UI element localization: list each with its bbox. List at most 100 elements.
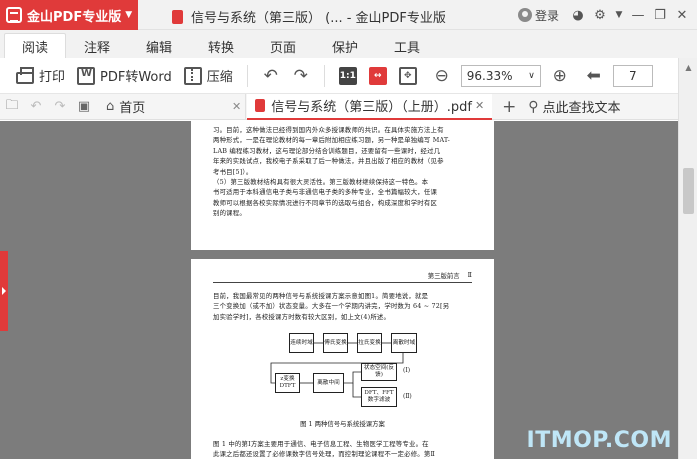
word-icon <box>77 66 96 85</box>
tab-document-label: 信号与系统（第三版）（上册）.pdf <box>271 100 472 115</box>
print-button[interactable]: 打印 <box>10 61 71 91</box>
text-line: 此课之后都还设置了必修课数字信号处理，而控制理论课程不一定必修。第Ⅱ <box>213 450 436 459</box>
text-line: 书可适用于本科通信电子类与非通信电子类的多种专业，全书篇幅较大，任课 <box>213 188 438 197</box>
tab-home-label: 首页 <box>119 101 146 116</box>
menu-tools[interactable]: 工具 <box>376 34 438 58</box>
scroll-up-icon[interactable]: ▲ <box>679 58 697 76</box>
diagram-block: DFT、FFT数字滤波 <box>361 387 397 407</box>
page-header-number: Ⅱ <box>467 271 472 279</box>
text-line: （5）第三版教材结构具有很大灵活性。第三版教材继续保持这一特色。本 <box>213 178 429 187</box>
menu-protect[interactable]: 保护 <box>314 34 376 58</box>
settings-icon[interactable]: ⚙ <box>589 0 611 30</box>
login-button[interactable]: 登录 <box>517 7 559 24</box>
find-text-button[interactable]: ⚲ 点此查找文本 <box>528 97 621 117</box>
zoom-select[interactable]: 96.33% ∨ <box>460 64 541 87</box>
undo-icon[interactable]: ↶ <box>24 94 48 120</box>
app-logo-icon <box>6 7 22 23</box>
sidebar-toggle[interactable] <box>0 251 8 331</box>
minimize-icon[interactable]: — <box>627 0 649 30</box>
paragraph: 图 1 中的第Ⅰ方案主要用于通信、电子信息工程、生物医学工程等专业。在 此课之后… <box>213 439 475 459</box>
pdf-to-word-label: PDF转Word <box>100 70 172 85</box>
scrollbar-thumb[interactable] <box>683 168 694 214</box>
diagram-block: 状态空间(反馈) <box>361 363 397 381</box>
compress-label: 压缩 <box>206 70 233 85</box>
toolbar-divider <box>323 64 325 87</box>
pdf-file-icon <box>172 9 183 24</box>
text-line: 加实验学时]，各校授课方时数有较大区别，如上文(4)所述。 <box>213 312 391 321</box>
document-viewer[interactable]: 习。目前，这种做法已经得到国内外众多授课教师的共识。在具体实施方法上有 两种形式… <box>0 121 678 459</box>
find-text-label: 点此查找文本 <box>542 101 621 116</box>
pdf-page: 习。目前，这种做法已经得到国内外众多授课教师的共识。在具体实施方法上有 两种形式… <box>191 121 494 250</box>
pdf-page: 第三版前言 Ⅱ 目前，我国最常见的两种信号与系统授课方案示意如图1。简要地说，就… <box>191 259 494 459</box>
ribbon-tabs: 阅读 注释 编辑 转换 页面 保护 工具 <box>0 30 697 58</box>
login-label: 登录 <box>534 8 559 23</box>
print-label: 打印 <box>39 70 66 85</box>
pdf-to-word-button[interactable]: PDF转Word <box>71 61 178 91</box>
text-line: 两种形式，一是在理论教材的每一章后附加相应练习题，另一种是单独编写 MAT- <box>213 136 450 145</box>
printer-icon <box>16 66 34 84</box>
search-icon: ⚲ <box>528 98 539 115</box>
diagram-block: z变换DTFT <box>275 373 300 393</box>
text-line: LAB 编程练习教材，这与理论部分结合训练题目，还要留有一些课时，经过几 <box>213 146 441 155</box>
save-icon[interactable]: ▣ <box>72 94 96 120</box>
redo-icon[interactable]: ↷ <box>48 94 72 120</box>
app-name: 金山PDF专业版 <box>27 9 122 25</box>
text-line: 目前，我国最常见的两种信号与系统授课方案示意如图1。简要地说，就是 <box>213 292 429 300</box>
close-tab-icon[interactable]: ✕ <box>475 99 484 112</box>
home-icon: ⌂ <box>106 99 115 114</box>
diagram-label: (Ⅱ) <box>403 393 412 400</box>
close-icon[interactable]: ✕ <box>671 0 693 30</box>
tab-document[interactable]: 信号与系统（第三版）（上册）.pdf ✕ <box>247 93 493 120</box>
menu-annotate[interactable]: 注释 <box>66 34 128 58</box>
window-controls: 登录 ◕ ⚙ ▼ — ❐ ✕ <box>517 0 693 30</box>
rotate-right-icon[interactable]: ↷ <box>286 61 316 91</box>
new-tab-icon[interactable]: + <box>496 97 522 117</box>
diagram-block: 离散时域 <box>391 333 417 353</box>
restore-icon[interactable]: ❐ <box>649 0 671 30</box>
diagram-block: 连续时域 <box>289 333 314 353</box>
menu-page[interactable]: 页面 <box>252 34 314 58</box>
pdf-file-icon <box>255 99 266 112</box>
text-line: 别的课程。 <box>213 209 246 218</box>
page-header: 第三版前言 Ⅱ <box>213 271 472 283</box>
rotate-left-icon[interactable]: ↶ <box>256 61 286 91</box>
chat-icon[interactable]: ◕ <box>567 0 589 30</box>
figure-diagram: 连续时域 傅氏变换 拉氏变换 离散时域 z变换DTFT 离散中间 状态空间(反馈… <box>191 327 494 427</box>
vertical-scrollbar[interactable]: ▲ <box>678 58 697 459</box>
close-home-tab-icon[interactable]: ✕ <box>232 100 241 113</box>
compress-button[interactable]: 压缩 <box>178 61 239 91</box>
page-header-title: 第三版前言 <box>427 272 460 280</box>
toolbar-divider <box>246 64 248 87</box>
document-tab-bar: 🗀 ↶ ↷ ▣ ⌂ 首页 ✕ 信号与系统（第三版）（上册）.pdf ✕ + ⚲ … <box>0 93 697 120</box>
text-line: 三个变换加（或不加）状态变量。大多在一个学期内讲完，学时数为 64 ~ 72[另 <box>213 302 450 311</box>
fit-page-button[interactable]: ✥ <box>393 61 423 91</box>
previous-page-icon[interactable]: ⬅ <box>579 61 609 91</box>
user-icon <box>517 8 532 22</box>
window-title-text: 信号与系统（第三版） (... - 金山PDF专业版 <box>191 11 446 26</box>
tab-home[interactable]: ⌂ 首页 <box>98 93 246 120</box>
menu-read[interactable]: 阅读 <box>4 33 66 58</box>
open-folder-icon[interactable]: 🗀 <box>0 94 24 120</box>
text-line: 图 1 中的第Ⅰ方案主要用于通信、电子信息工程、生物医学工程等专业。在 <box>213 440 429 448</box>
text-line: 考书目[5]）。 <box>213 167 253 176</box>
menu-edit[interactable]: 编辑 <box>128 34 190 58</box>
chevron-down-icon: ∨ <box>528 70 535 81</box>
page-number-input[interactable]: 7 <box>612 64 653 87</box>
actual-size-button[interactable]: 1:1 <box>333 61 363 91</box>
fit-width-button[interactable]: ↔ <box>363 61 393 91</box>
app-menu-button[interactable]: 金山PDF专业版 ▼ <box>0 0 138 30</box>
diagram-label: (Ⅰ) <box>403 367 411 374</box>
dropdown-icon[interactable]: ▼ <box>611 0 627 30</box>
toolbar: 打印 PDF转Word 压缩 ↶ ↷ 1:1 ↔ ✥ ⊖ 96.33% ∨ ⊕ … <box>0 58 697 94</box>
menu-convert[interactable]: 转换 <box>190 34 252 58</box>
watermark: ITMOP.COM <box>526 428 672 453</box>
compress-icon <box>183 66 202 85</box>
text-line: 习。目前，这种做法已经得到国内外众多授课教师的共识。在具体实施方法上有 <box>213 126 444 134</box>
title-bar: 金山PDF专业版 ▼ 信号与系统（第三版） (... - 金山PDF专业版 登录… <box>0 0 697 30</box>
chevron-down-icon: ▼ <box>125 10 133 20</box>
zoom-in-icon[interactable]: ⊕ <box>545 61 575 91</box>
diagram-block: 傅氏变换 <box>323 333 348 353</box>
zoom-out-icon[interactable]: ⊖ <box>427 61 457 91</box>
fit-width-icon: ↔ <box>368 66 387 85</box>
figure-caption: 图 1 两种信号与系统授课方案 <box>300 420 385 428</box>
